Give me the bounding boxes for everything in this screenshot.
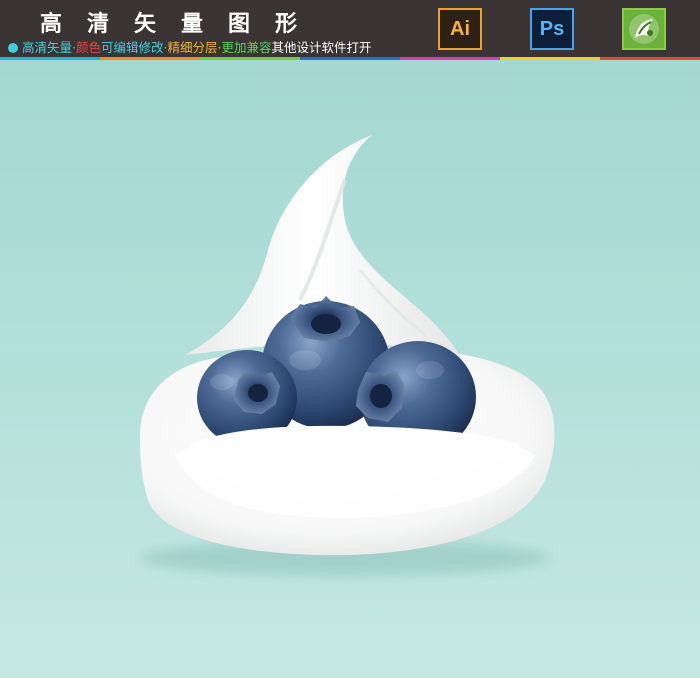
tagline-segment: 可编辑修改· [101, 40, 168, 55]
tagline-segment: 更加兼容 [221, 40, 272, 55]
coreldraw-icon [622, 8, 666, 50]
illustrator-icon: Ai [438, 8, 482, 50]
tagline-segment: 高清矢量· [22, 40, 76, 55]
coreldraw-balloon-icon [629, 14, 659, 44]
tagline-segment: 颜色 [75, 40, 101, 55]
bullet-dot-icon [8, 43, 18, 53]
illustrator-label: Ai [450, 17, 470, 40]
page-title: 高清矢量图形 [40, 12, 323, 37]
illustration [139, 135, 555, 576]
header-bar: 高清矢量图形 高清矢量·颜色可编辑修改·精细分层·更加兼容其他设计软件打开 Ai… [0, 0, 700, 58]
photoshop-icon: Ps [530, 8, 574, 50]
tagline-segment: 精细分层· [167, 40, 222, 55]
tagline-text: 高清矢量·颜色可编辑修改·精细分层·更加兼容其他设计软件打开 [22, 40, 372, 55]
tagline-segment: 其他设计软件打开 [271, 40, 372, 55]
tagline: 高清矢量·颜色可编辑修改·精细分层·更加兼容其他设计软件打开 [8, 37, 372, 56]
photoshop-label: Ps [539, 17, 565, 40]
